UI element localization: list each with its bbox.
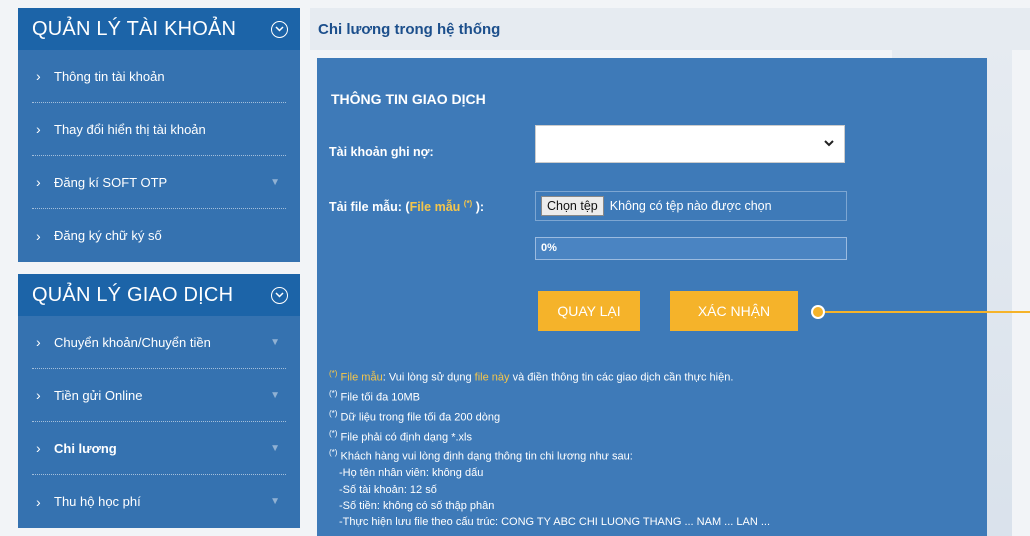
confirm-button[interactable]: XÁC NHẬN xyxy=(670,291,798,331)
page: QUẢN LÝ TÀI KHOẢN › Thông tin tài khoản ›… xyxy=(0,0,1030,536)
sidebar-item-label: Thay đổi hiển thị tài khoản xyxy=(54,121,206,137)
note-subline: -Thực hiện lưu file theo cấu trúc: CONG … xyxy=(339,515,771,528)
sidebar-item-digital-signature[interactable]: › Đăng ký chữ ký số xyxy=(32,209,286,262)
chevron-right-icon: › xyxy=(36,387,41,403)
chevron-right-icon: › xyxy=(36,440,41,456)
debit-account-select[interactable] xyxy=(535,125,845,163)
choose-file-button[interactable]: Chọn tệp xyxy=(541,196,604,216)
note-text: Khách hàng vui lòng định dạng thông tin … xyxy=(337,451,633,464)
debit-account-label: Tài khoản ghi nợ: xyxy=(329,145,434,159)
sidebar-item-label: Đăng ký chữ ký số xyxy=(54,228,162,243)
chevron-down-icon: ▼ xyxy=(270,442,280,454)
note-text: Dữ liệu trong file tối đa 200 dòng xyxy=(337,411,501,424)
account-section-title: QUẢN LÝ TÀI KHOẢN xyxy=(32,17,237,40)
circle-chevron-down-icon[interactable] xyxy=(271,286,288,304)
chevron-right-icon: › xyxy=(36,174,41,190)
file-status: Không có tệp nào được chọn xyxy=(609,199,772,213)
note-text: : Vui lòng sử dụng xyxy=(382,371,475,384)
sidebar-item-change-display[interactable]: › Thay đổi hiển thị tài khoản xyxy=(32,103,286,156)
sidebar: QUẢN LÝ TÀI KHOẢN › Thông tin tài khoản ›… xyxy=(18,8,300,528)
sidebar-item-label: Thu hộ học phí xyxy=(54,494,141,509)
template-file-label-prefix: Tải file mẫu: ( xyxy=(329,200,410,215)
chevron-right-icon: › xyxy=(36,334,41,350)
sidebar-item-soft-otp[interactable]: › Đăng kí SOFT OTP ▼ xyxy=(32,156,286,209)
chevron-down-icon xyxy=(824,136,834,150)
sidebar-item-label: Thông tin tài khoản xyxy=(54,68,165,84)
sidebar-item-account-info[interactable]: › Thông tin tài khoản xyxy=(32,50,286,103)
template-file-label: Tải file mẫu: (File mẫu (*) ): xyxy=(329,199,484,214)
note-text: File tối đa 10MB xyxy=(337,391,421,404)
chevron-right-icon: › xyxy=(36,121,41,137)
template-file-link[interactable]: File mẫu xyxy=(341,372,383,384)
note-text: và điền thông tin các giao dịch cần thực… xyxy=(509,371,734,384)
required-mark: (*) xyxy=(463,199,473,208)
progress-text: 0% xyxy=(541,242,557,254)
note-line: (*) Dữ liệu trong file tối đa 200 dòng xyxy=(329,406,770,426)
chevron-down-icon: ▼ xyxy=(270,496,280,507)
chevron-down-icon: ▼ xyxy=(270,176,280,188)
instructions-notes: (*) File mẫu: Vui lòng sử dụng file này … xyxy=(329,366,770,530)
this-file-link[interactable]: file này xyxy=(475,372,510,384)
chevron-down-icon: ▼ xyxy=(270,389,280,401)
note-line: (*) File tối đa 10MB xyxy=(329,386,770,406)
note-mark: (*) xyxy=(329,369,338,378)
template-file-label-suffix: ): xyxy=(472,200,485,215)
chevron-right-icon: › xyxy=(36,227,41,244)
panel-title: THÔNG TIN GIAO DỊCH xyxy=(331,91,486,107)
callout-line xyxy=(825,311,1030,313)
transaction-section-title: QUẢN LÝ GIAO DỊCH xyxy=(32,283,234,306)
transaction-section-header[interactable]: QUẢN LÝ GIAO DỊCH xyxy=(18,274,300,316)
callout-dot xyxy=(811,305,825,319)
account-section-header[interactable]: QUẢN LÝ TÀI KHOẢN xyxy=(18,8,300,50)
sidebar-item-label: Chi lương xyxy=(54,440,117,456)
chevron-right-icon: › xyxy=(36,493,41,510)
chevron-down-icon: ▼ xyxy=(270,336,280,348)
sidebar-item-tuition[interactable]: › Thu hộ học phí ▼ xyxy=(32,475,286,528)
note-line: (*) Khách hàng vui lòng định dạng thông … xyxy=(329,445,770,465)
sidebar-item-transfer[interactable]: › Chuyển khoản/Chuyển tiền ▼ xyxy=(32,316,286,369)
sidebar-item-label: Đăng kí SOFT OTP xyxy=(54,174,168,190)
template-file-link[interactable]: File mẫu xyxy=(410,200,461,214)
file-upload-input[interactable]: Chọn tệp Không có tệp nào được chọn xyxy=(535,191,847,221)
upload-progress-bar: 0% xyxy=(535,237,847,260)
circle-chevron-down-icon[interactable] xyxy=(271,20,288,38)
note-subline: -Số tiền: không có số thập phân xyxy=(339,499,495,512)
note-text: File phải có định dạng *.xls xyxy=(337,431,472,444)
note-subline: -Họ tên nhân viên: không dấu xyxy=(339,467,484,480)
transaction-panel: THÔNG TIN GIAO DỊCH Tài khoản ghi nợ: Tả… xyxy=(317,58,987,536)
note-subline: -Số tài khoản: 12 số xyxy=(339,483,437,496)
sidebar-item-online-deposit[interactable]: › Tiền gửi Online ▼ xyxy=(32,369,286,422)
chevron-right-icon: › xyxy=(36,68,41,84)
sidebar-item-label: Chuyển khoản/Chuyển tiền xyxy=(54,334,211,350)
note-line: (*) File phải có định dạng *.xls xyxy=(329,426,770,446)
back-button[interactable]: QUAY LẠI xyxy=(538,291,640,331)
sidebar-item-payroll[interactable]: › Chi lương ▼ xyxy=(32,422,286,475)
account-menu: › Thông tin tài khoản › Thay đổi hiển thị … xyxy=(18,50,300,262)
sidebar-item-label: Tiền gửi Online xyxy=(54,387,143,403)
transaction-menu: › Chuyển khoản/Chuyển tiền ▼ › Tiền gửi On… xyxy=(18,316,300,528)
page-title: Chi lương trong hệ thống xyxy=(310,8,1030,50)
note-line: (*) File mẫu: Vui lòng sử dụng file này … xyxy=(329,366,770,386)
